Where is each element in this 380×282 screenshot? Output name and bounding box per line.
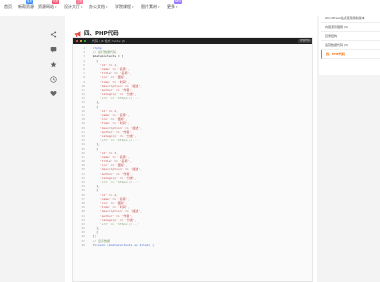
code-line: 48 foreach ($dataContents as $item) { [73, 242, 312, 247]
nav-item-label: 设计大厅 [64, 4, 80, 9]
nav-item-2[interactable]: 资源网站▾ [38, 4, 57, 10]
toc-item-label: 四、PHP代码 [326, 52, 345, 56]
toc-item[interactable]: 运营数据代码 (5) [321, 41, 380, 50]
nav-item-5[interactable]: 学院课程▾ [115, 4, 134, 10]
line-number: 48 [81, 242, 85, 247]
toc-item[interactable]: 内容源管理网 (5) [321, 23, 380, 32]
nav-item-6[interactable]: 图片素材▾ [141, 4, 160, 10]
nav-item-label: 图片素材 [141, 4, 157, 9]
minimize-dot-icon [80, 40, 82, 42]
chevron-down-icon: ▾ [176, 5, 178, 9]
nav-item-home[interactable]: 首页 [4, 4, 12, 9]
toc-item-label: 内容源管理网 (5) [325, 25, 349, 29]
close-dot-icon [76, 40, 78, 42]
chevron-down-icon: ▾ [106, 5, 108, 9]
toc-item-label: WordPress站点使用用新版本 [325, 16, 365, 20]
toc-item[interactable]: 目录结构 [321, 32, 380, 41]
heart-icon[interactable] [50, 90, 57, 97]
code-language-label: 代码 / JS 格式 mode: JS [92, 38, 125, 43]
comment-icon[interactable] [50, 46, 57, 53]
chevron-down-icon: ▾ [132, 5, 134, 9]
toc-item[interactable]: WordPress站点使用用新版本 [321, 14, 380, 23]
nav-item-4[interactable]: 办公文档▾ [89, 4, 108, 10]
toc-sidebar: WordPress站点使用用新版本 内容源管理网 (5) 目录结构 运营数据代码… [319, 13, 380, 75]
code-toolbar: 代码 / JS 格式 mode: JS 复制代码 [73, 38, 312, 44]
star-icon[interactable] [50, 61, 57, 68]
nav-badge: 推荐 [26, 0, 34, 4]
nav-item-label: 更多 [167, 4, 175, 9]
nav-badge: 工作 [76, 0, 84, 4]
nav-item-label: 新帮资源 [18, 4, 34, 9]
code-text: foreach ($dataContents as $item) { [89, 242, 155, 247]
nav-item-1[interactable]: 新帮资源 [18, 4, 34, 9]
toc-item-label: 运营数据代码 (5) [325, 43, 349, 47]
nav-item-label: 资源网站 [38, 4, 54, 9]
nav-item-3[interactable]: 设计大厅▾ [64, 4, 83, 10]
toc-item-label: 目录结构 [325, 34, 338, 38]
clock-icon[interactable] [50, 76, 57, 83]
maximize-dot-icon [84, 40, 86, 42]
code-lines: 1 <?php 2 // 运行数据代码 3 $dataContents = [4 [… [73, 46, 312, 247]
copy-code-button[interactable]: 复制代码 [297, 39, 312, 43]
nav-badge: NEW [174, 0, 182, 4]
nav-item-label: 办公文档 [89, 4, 105, 9]
share-icon[interactable] [50, 31, 57, 38]
chevron-down-icon: ▾ [158, 5, 160, 9]
nav-item-7[interactable]: 更多▾ [167, 4, 178, 10]
chevron-down-icon: ▾ [55, 5, 57, 9]
code-block: 代码 / JS 格式 mode: JS 复制代码 1 <?php 2 // 运行数… [72, 37, 313, 282]
nav-item-label: 学院课程 [115, 4, 131, 9]
article-card: 四、PHP代码 代码 / JS 格式 mode: JS 复制代码 1 <?php… [65, 13, 317, 282]
chevron-down-icon: ▾ [81, 5, 83, 9]
nav-badge: 免费 [52, 0, 60, 4]
toc-item-active[interactable]: 四、PHP代码 [321, 50, 380, 59]
left-tool-bar [47, 28, 59, 108]
